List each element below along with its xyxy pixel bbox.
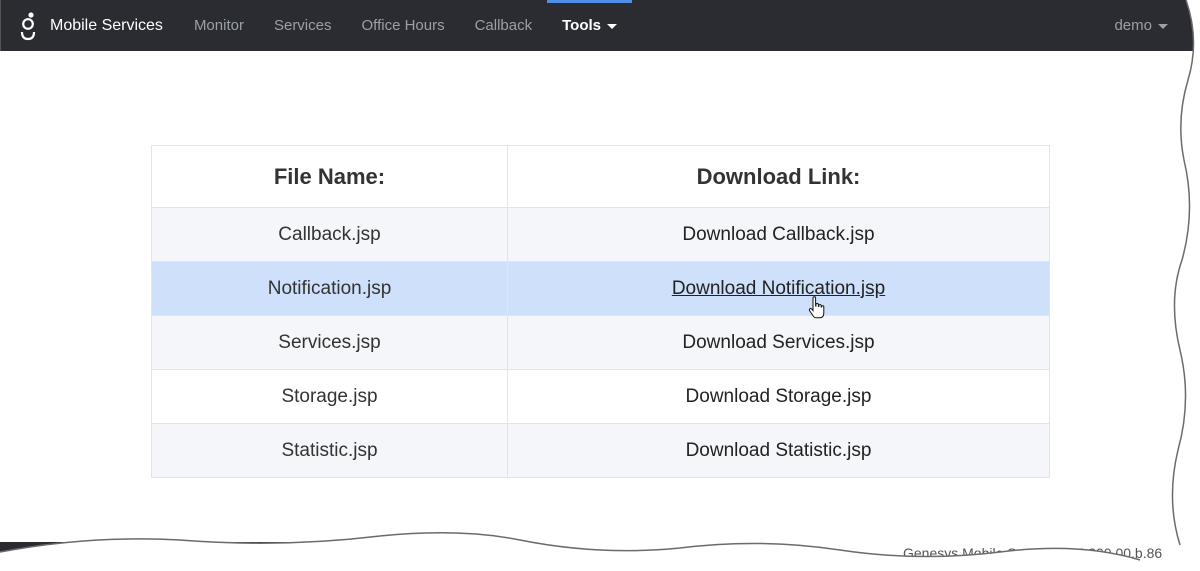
table-row: Callback.jsp Download Callback.jsp: [151, 207, 1050, 262]
download-link-cell: Download Storage.jsp: [507, 369, 1050, 424]
nav-item-monitor[interactable]: Monitor: [179, 0, 259, 51]
table-row: Services.jsp Download Services.jsp: [151, 315, 1050, 370]
table-row: Statistic.jsp Download Statistic.jsp: [151, 423, 1050, 478]
download-link-cell: Download Services.jsp: [507, 315, 1050, 370]
app-title: Mobile Services: [50, 16, 163, 34]
file-name-cell: Storage.jsp: [151, 369, 508, 424]
table-row: Notification.jsp Download Notification.j…: [151, 261, 1050, 316]
nav-item-services[interactable]: Services: [259, 0, 347, 51]
nav-item-callback[interactable]: Callback: [460, 0, 548, 51]
nav-item-label: Office Hours: [361, 17, 445, 34]
top-navbar: Mobile Services Monitor Services Office …: [0, 0, 1200, 51]
download-table: File Name: Download Link: Callback.jsp D…: [151, 145, 1050, 478]
download-link[interactable]: Download Callback.jsp: [682, 224, 874, 245]
user-name: demo: [1114, 17, 1152, 34]
hand-pointer-icon: [808, 296, 825, 319]
nav-item-label: Callback: [474, 17, 533, 34]
bottom-panel: [0, 542, 396, 571]
download-link[interactable]: Download Storage.jsp: [686, 386, 872, 407]
file-name-cell: Callback.jsp: [151, 207, 508, 262]
caret-down-icon: [1158, 24, 1168, 29]
main-nav: Monitor Services Office Hours Callback T…: [179, 0, 632, 51]
file-name-cell: Services.jsp: [151, 315, 508, 370]
app-window: Mobile Services Monitor Services Office …: [0, 0, 1200, 571]
column-header-download-link: Download Link:: [507, 145, 1050, 208]
file-name-cell: Statistic.jsp: [151, 423, 508, 478]
nav-item-label: Tools: [562, 17, 602, 34]
nav-item-label: Services: [273, 17, 332, 34]
user-menu[interactable]: demo: [1114, 0, 1168, 51]
caret-down-icon: [607, 24, 618, 29]
download-link-cell: Download Notification.jsp: [507, 261, 1050, 316]
file-name-cell: Notification.jsp: [151, 261, 508, 316]
table-row: Storage.jsp Download Storage.jsp: [151, 369, 1050, 424]
download-link[interactable]: Download Services.jsp: [682, 332, 874, 353]
footer-version: Genesys Mobile Services 8.5.200.00.b.86: [903, 545, 1163, 561]
download-link-cell: Download Statistic.jsp: [507, 423, 1050, 478]
genesys-logo-icon: [20, 11, 36, 40]
brand[interactable]: Mobile Services: [1, 0, 163, 51]
nav-item-tools[interactable]: Tools: [547, 0, 632, 51]
nav-item-label: Monitor: [193, 17, 244, 34]
table-header-row: File Name: Download Link:: [151, 145, 1050, 208]
download-link[interactable]: Download Notification.jsp: [672, 278, 885, 299]
download-link-cell: Download Callback.jsp: [507, 207, 1050, 262]
nav-item-office-hours[interactable]: Office Hours: [347, 0, 460, 51]
column-header-file-name: File Name:: [151, 145, 508, 208]
download-link[interactable]: Download Statistic.jsp: [686, 440, 872, 461]
